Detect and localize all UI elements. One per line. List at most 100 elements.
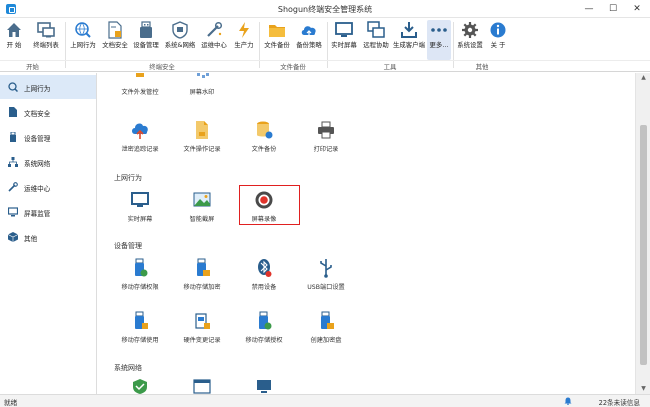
monitor-icon <box>8 207 18 217</box>
usb-device-icon <box>10 132 16 142</box>
ribbon-terminal-list-button[interactable]: 终端列表 <box>30 20 62 60</box>
ribbon-more-button[interactable]: 更多... <box>427 20 451 60</box>
tile-leak-trace-record[interactable]: 泄密追踪记录 <box>107 120 173 160</box>
tile-live-screen[interactable]: 实时屏幕 <box>107 190 173 230</box>
section-title-system-network: 系统网络 <box>114 364 142 372</box>
tile-smart-screenshot[interactable]: 智能截屏 <box>169 190 235 230</box>
ops-center-icon <box>207 21 223 37</box>
window-title: Shogun终端安全管理系统 <box>277 5 373 14</box>
sidebar-item-screen-monitor[interactable]: 屏幕监管 <box>0 200 96 224</box>
ribbon-live-screen-button[interactable]: 实时屏幕 <box>329 20 359 60</box>
ribbon-ops-center-button[interactable]: 运维中心 <box>198 20 230 60</box>
minimize-button[interactable]: — <box>580 2 598 16</box>
unread-messages-link[interactable]: 22条未读信息 <box>599 397 640 407</box>
ribbon-generate-client-button[interactable]: 生成客户端 <box>392 20 426 60</box>
section-title-device-management: 设备管理 <box>114 242 142 250</box>
usb-encrypt-icon <box>197 258 210 276</box>
bell-icon[interactable] <box>564 397 572 405</box>
ribbon-device-management-button[interactable]: 设备管理 <box>131 20 161 60</box>
live-screen-icon <box>335 22 353 37</box>
live-monitor-icon <box>131 192 149 207</box>
ribbon-web-behavior-button[interactable]: 上网行为 <box>67 20 99 60</box>
network-icon <box>8 157 18 167</box>
browser-window-icon <box>193 379 211 394</box>
tile-screen-watermark[interactable]: 屏幕水印 <box>169 73 235 99</box>
tile-disable-device[interactable]: 禁用设备 <box>231 258 297 298</box>
tile-network-monitor[interactable] <box>231 378 297 394</box>
sidebar: 上网行为 文档安全 设备管理 系统网络 运维中心 屏幕监管 其他 <box>0 73 97 394</box>
document-icon <box>9 107 17 117</box>
ribbon-backup-policy-button[interactable]: 备份策略 <box>294 20 324 60</box>
tile-usb-storage-usage[interactable]: 移动存储使用 <box>107 311 173 351</box>
scroll-down-arrow-icon[interactable]: ▼ <box>636 384 650 394</box>
maximize-button[interactable]: ☐ <box>604 2 622 16</box>
section-title-web-behavior: 上网行为 <box>114 174 142 182</box>
tile-network-window[interactable] <box>169 378 235 394</box>
status-bar: 就绪 22条未读信息 <box>0 394 650 407</box>
scroll-up-arrow-icon[interactable]: ▲ <box>636 73 650 83</box>
shield-check-icon <box>133 379 147 394</box>
wrench-icon <box>8 182 18 192</box>
ribbon-remote-assist-button[interactable]: 远程协助 <box>361 20 391 60</box>
sidebar-item-device-management[interactable]: 设备管理 <box>0 125 96 149</box>
hardware-change-icon <box>195 313 210 329</box>
usb-usage-icon <box>135 311 148 329</box>
remote-assist-icon <box>367 21 385 38</box>
group-label-tools: 工具 <box>383 63 397 71</box>
document-security-icon <box>108 21 122 39</box>
ribbon-toolbar: 开 始 终端列表 上网行为 文档安全 设备管理 系统&网络 运维中心 生产力 文… <box>0 18 650 72</box>
bluetooth-disable-icon <box>258 259 272 277</box>
database-backup-icon <box>257 121 273 139</box>
group-label-start: 开始 <box>26 63 39 71</box>
vertical-scrollbar[interactable]: ▲ ▼ <box>635 73 650 394</box>
tile-file-operation-record[interactable]: 文件操作记录 <box>169 120 235 160</box>
scrollbar-thumb[interactable] <box>640 125 647 365</box>
usb-permission-icon <box>135 258 148 277</box>
ribbon-home-button[interactable]: 开 始 <box>3 20 25 60</box>
tile-network-shield[interactable] <box>107 378 173 394</box>
search-globe-icon <box>8 82 18 92</box>
tile-print-record[interactable]: 打印记录 <box>293 120 359 160</box>
productivity-icon <box>239 22 249 38</box>
usb-authorize-icon <box>259 311 272 330</box>
close-button[interactable]: ✕ <box>628 2 646 16</box>
selection-highlight-box <box>239 185 300 225</box>
generate-client-icon <box>401 22 417 38</box>
tile-usb-port-settings[interactable]: USB端口设置 <box>293 258 359 298</box>
ribbon-productivity-button[interactable]: 生产力 <box>231 20 257 60</box>
ribbon-about-button[interactable]: 关 于 <box>486 20 510 60</box>
ribbon-group-labels: 开始 终端安全 文件备份 工具 其他 <box>0 60 650 72</box>
sidebar-item-web-behavior[interactable]: 上网行为 <box>0 75 96 99</box>
tile-hardware-change-record[interactable]: 硬件变更记录 <box>169 311 235 351</box>
title-bar: Shogun终端安全管理系统 — ☐ ✕ <box>0 0 650 18</box>
sidebar-item-system-network[interactable]: 系统网络 <box>0 150 96 174</box>
ribbon-file-backup-button[interactable]: 文件备份 <box>262 20 292 60</box>
status-ready-text: 就绪 <box>4 399 18 407</box>
tile-create-encrypted-disk[interactable]: 创建加密盘 <box>293 311 359 351</box>
encrypted-disk-icon <box>321 311 334 329</box>
group-label-file-backup: 文件备份 <box>280 63 306 71</box>
group-label-endpoint-security: 终端安全 <box>149 63 175 71</box>
settings-icon <box>462 22 478 38</box>
ribbon-settings-button[interactable]: 系统设置 <box>456 20 484 60</box>
cube-icon <box>8 232 18 242</box>
backup-policy-icon <box>301 26 316 36</box>
device-management-icon <box>140 21 152 38</box>
sidebar-item-document-security[interactable]: 文档安全 <box>0 100 96 124</box>
file-backup-icon <box>269 25 285 37</box>
tile-file-backup[interactable]: 文件备份 <box>231 120 297 160</box>
file-operation-icon <box>196 121 208 139</box>
tile-usb-storage-permission[interactable]: 移动存储权限 <box>107 258 173 298</box>
tile-file-outbound-control[interactable]: 文件外发管控 <box>107 73 173 99</box>
file-outbound-icon <box>136 73 144 77</box>
tile-usb-storage-authorization[interactable]: 移动存储授权 <box>231 311 297 351</box>
about-icon <box>490 22 506 38</box>
sidebar-item-other[interactable]: 其他 <box>0 225 96 249</box>
tile-usb-storage-encryption[interactable]: 移动存储加密 <box>169 258 235 298</box>
more-icon <box>431 28 447 32</box>
printer-icon <box>318 121 334 139</box>
ribbon-document-security-button[interactable]: 文档安全 <box>100 20 130 60</box>
watermark-icon <box>197 73 209 78</box>
sidebar-item-ops-center[interactable]: 运维中心 <box>0 175 96 199</box>
ribbon-system-network-button[interactable]: 系统&网络 <box>163 20 197 60</box>
